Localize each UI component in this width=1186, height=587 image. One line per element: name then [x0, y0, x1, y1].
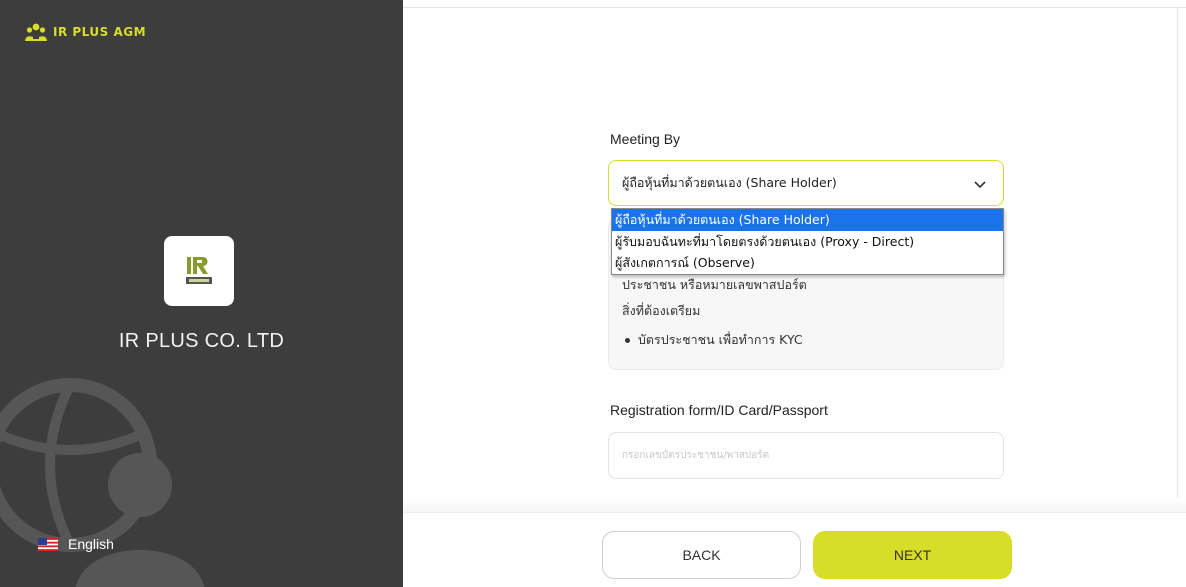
info-bullet-text: บัตรประชาชน เพื่อทำการ KYC: [638, 332, 803, 347]
dropdown-option-observe[interactable]: ผู้สังเกตการณ์ (Observe): [612, 252, 1003, 274]
meeting-by-dropdown-list: ผู้ถือหุ้นที่มาด้วยตนเอง (Share Holder) …: [611, 208, 1004, 275]
top-divider: [403, 7, 1186, 8]
company-name: IR PLUS CO. LTD: [118, 330, 285, 352]
info-bullet-item: บัตรประชาชน เพื่อทำการ KYC: [622, 330, 803, 350]
meeting-by-select[interactable]: ผู้ถือหุ้นที่มาด้วยตนเอง (Share Holder): [608, 160, 1004, 206]
globe-person-watermark: [0, 378, 204, 587]
meeting-by-label: Meeting By: [610, 131, 681, 147]
footer-divider: [403, 512, 1186, 513]
brand-name: IR PLUS AGM: [53, 25, 147, 39]
language-switch[interactable]: English: [38, 536, 114, 552]
footer-shade: [403, 498, 1186, 512]
id-card-input[interactable]: [608, 432, 1004, 479]
dropdown-option-proxy-direct[interactable]: ผู้รับมอบฉันทะที่มาโดยตรงด้วยตนเอง (Prox…: [612, 231, 1003, 253]
meeting-people-icon: [25, 23, 47, 41]
registration-label: Registration form/ID Card/Passport: [610, 402, 828, 418]
main-panel: Meeting By ผู้ถือหุ้นที่มาด้วยตนเอง (Sha…: [403, 0, 1186, 587]
us-flag-icon: [38, 537, 58, 551]
company-logo: [164, 236, 234, 306]
info-text-line2: สิ่งที่ต้องเตรียม: [622, 303, 701, 318]
info-text-line1: ประชาชน หรือหมายเลขพาสปอร์ต: [622, 277, 807, 292]
right-divider: [1177, 7, 1178, 512]
dropdown-option-share-holder[interactable]: ผู้ถือหุ้นที่มาด้วยตนเอง (Share Holder): [612, 209, 1003, 231]
bullet-icon: [625, 337, 630, 343]
next-button[interactable]: NEXT: [813, 531, 1012, 579]
language-label: English: [68, 536, 114, 552]
back-button[interactable]: BACK: [602, 531, 801, 579]
left-panel: IR PLUS AGM IR PLUS CO. LTD English: [0, 0, 403, 587]
chevron-down-icon: [974, 181, 986, 189]
meeting-by-selected-value: ผู้ถือหุ้นที่มาด้วยตนเอง (Share Holder): [622, 175, 837, 190]
ir-plus-logo: [184, 254, 214, 288]
brand-header: IR PLUS AGM: [25, 22, 146, 42]
